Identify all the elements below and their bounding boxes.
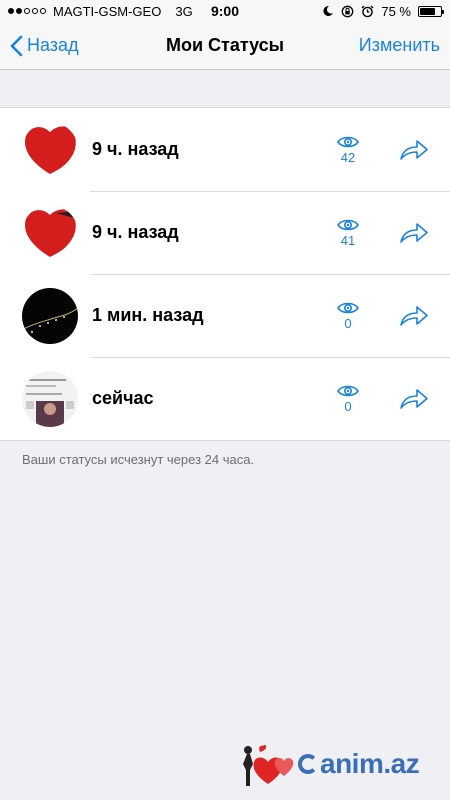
status-list: 9 ч. назад 42 9 ч. назад 41 1 мин. назад… [0,107,450,441]
status-time-label: сейчас [92,388,154,408]
views-counter[interactable]: 0 [328,384,368,414]
views-counter[interactable]: 41 [328,218,368,248]
views-counter[interactable]: 0 [328,301,368,331]
back-label: Назад [27,35,79,55]
status-time-label: 1 мин. назад [92,305,204,325]
network-type: 3G [175,3,193,19]
views-counter[interactable]: 42 [328,135,368,165]
status-thumbnail [22,121,78,178]
forward-button[interactable] [398,388,430,410]
status-time-label: 9 ч. назад [92,139,179,159]
status-row[interactable]: 1 мин. назад 0 [0,274,450,357]
status-right: 75 % [322,3,444,19]
carrier-name: MAGTI-GSM-GEO [53,3,162,19]
forward-button[interactable] [398,305,430,327]
forward-button[interactable] [398,139,430,161]
edit-button[interactable]: Изменить [359,35,440,56]
status-thumbnail [22,204,78,261]
status-bar: MAGTI-GSM-GEO 3G 9:00 75 % [0,0,450,22]
share-arrow-icon [400,388,428,409]
eye-icon [337,136,359,147]
back-button[interactable]: Назад [10,35,79,57]
navigation-bar: Назад Мои Статусы Изменить [0,22,450,70]
battery-percent: 75 % [381,3,411,19]
battery-icon [418,5,444,17]
hearts-logo-icon [243,744,294,786]
views-count: 41 [340,232,356,248]
status-row[interactable]: сейчас 0 [0,357,450,440]
watermark-text: anim.az [320,748,420,779]
status-left: MAGTI-GSM-GEO 3G [8,4,193,19]
alarm-icon [361,5,374,17]
share-arrow-icon [400,222,428,243]
expiry-note: Ваши статусы исчезнут через 24 часа. [22,452,255,467]
watermark-c-icon [298,754,318,774]
views-count: 0 [344,398,352,414]
share-arrow-icon [400,139,428,160]
status-thumbnail [22,370,78,427]
share-arrow-icon [400,305,428,326]
eye-icon [337,219,359,230]
chevron-left-icon [10,35,23,56]
status-row[interactable]: 9 ч. назад 42 [0,108,450,191]
status-row[interactable]: 9 ч. назад 41 [0,191,450,274]
views-count: 42 [340,149,356,165]
status-thumbnail [22,287,78,344]
forward-button[interactable] [398,222,430,244]
watermark-logo: anim.az [238,740,420,788]
eye-icon [337,385,359,396]
do-not-disturb-icon [323,5,334,16]
eye-icon [337,302,359,313]
signal-strength-icon [8,8,46,14]
status-time-label: 9 ч. назад [92,222,179,242]
rotation-lock-icon [342,5,354,17]
views-count: 0 [344,315,352,331]
